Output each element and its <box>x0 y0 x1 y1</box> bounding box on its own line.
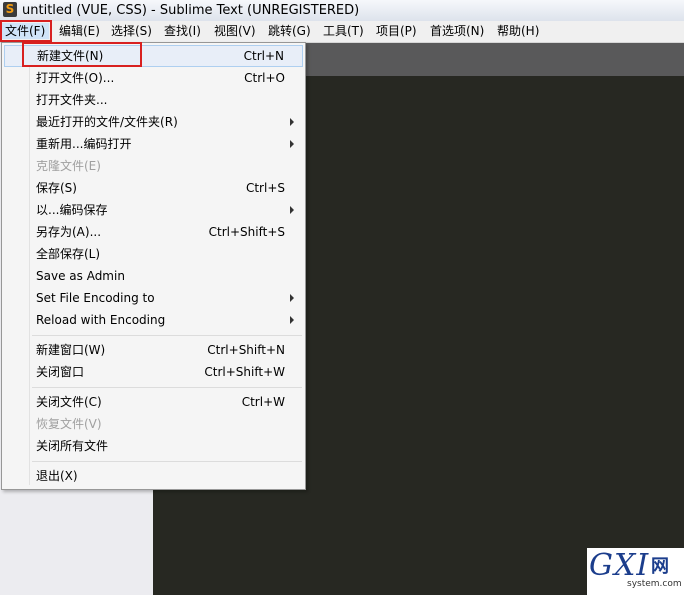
submenu-arrow-icon <box>290 118 294 126</box>
menu-item-label: 关闭文件(C) <box>36 395 102 409</box>
menu-find[interactable]: 查找(I) <box>160 23 205 39</box>
menu-preferences[interactable]: 首选项(N) <box>426 23 488 39</box>
title-bar: S untitled (VUE, CSS) - Sublime Text (UN… <box>0 0 684 21</box>
menu-view[interactable]: 视图(V) <box>210 23 260 39</box>
menu-item-close-file[interactable]: 关闭文件(C) Ctrl+W <box>4 391 303 413</box>
menu-item-label: 保存(S) <box>36 181 77 195</box>
menu-item-shortcut: Ctrl+Shift+N <box>207 343 285 357</box>
file-dropdown-menu: 新建文件(N) Ctrl+N 打开文件(O)... Ctrl+O 打开文件夹..… <box>1 42 306 490</box>
menu-item-label: 退出(X) <box>36 469 78 483</box>
menu-item-set-file-encoding[interactable]: Set File Encoding to <box>4 287 303 309</box>
submenu-arrow-icon <box>290 294 294 302</box>
menu-item-save-all[interactable]: 全部保存(L) <box>4 243 303 265</box>
menu-item-close-window[interactable]: 关闭窗口 Ctrl+Shift+W <box>4 361 303 383</box>
sublime-app-icon: S <box>3 2 17 17</box>
menu-item-label: 以...编码保存 <box>36 203 108 217</box>
menu-item-exit[interactable]: 退出(X) <box>4 465 303 487</box>
menu-item-label: Set File Encoding to <box>36 291 155 305</box>
menu-item-shortcut: Ctrl+Shift+S <box>208 225 285 239</box>
menu-goto[interactable]: 跳转(G) <box>264 23 315 39</box>
menu-selection[interactable]: 选择(S) <box>107 23 156 39</box>
menu-item-open-recent[interactable]: 最近打开的文件/文件夹(R) <box>4 111 303 133</box>
menu-item-revert-file: 恢复文件(V) <box>4 413 303 435</box>
menu-separator <box>32 335 302 336</box>
window-title: untitled (VUE, CSS) - Sublime Text (UNRE… <box>22 3 360 18</box>
menu-item-clone-file: 克隆文件(E) <box>4 155 303 177</box>
menu-item-label: 打开文件夹... <box>36 93 108 107</box>
menu-project[interactable]: 项目(P) <box>372 23 421 39</box>
highlight-box-file-menu <box>0 20 52 42</box>
menu-item-shortcut: Ctrl+Shift+W <box>204 365 285 379</box>
menu-help[interactable]: 帮助(H) <box>493 23 543 39</box>
menu-item-label: 全部保存(L) <box>36 247 101 261</box>
submenu-arrow-icon <box>290 140 294 148</box>
submenu-arrow-icon <box>290 316 294 324</box>
menu-item-save-as-admin[interactable]: Save as Admin <box>4 265 303 287</box>
menu-separator <box>32 461 302 462</box>
menu-item-open-file[interactable]: 打开文件(O)... Ctrl+O <box>4 67 303 89</box>
menu-item-shortcut: Ctrl+O <box>244 71 285 85</box>
menu-item-label: 克隆文件(E) <box>36 159 101 173</box>
watermark-logo: GXI 网 system.com <box>587 548 684 595</box>
menu-item-new-window[interactable]: 新建窗口(W) Ctrl+Shift+N <box>4 339 303 361</box>
menu-item-label: 新建窗口(W) <box>36 343 106 357</box>
menu-bar: 文件(F) 编辑(E) 选择(S) 查找(I) 视图(V) 跳转(G) 工具(T… <box>0 21 684 43</box>
menu-edit[interactable]: 编辑(E) <box>55 23 104 39</box>
menu-item-save-as[interactable]: 另存为(A)... Ctrl+Shift+S <box>4 221 303 243</box>
menu-item-label: Reload with Encoding <box>36 313 166 327</box>
menu-item-save[interactable]: 保存(S) Ctrl+S <box>4 177 303 199</box>
menu-item-shortcut: Ctrl+S <box>245 181 285 195</box>
watermark-big-text: GXI <box>589 548 650 583</box>
menu-item-label: 关闭窗口 <box>36 365 85 379</box>
menu-item-save-with-encoding[interactable]: 以...编码保存 <box>4 199 303 221</box>
menu-item-reopen-with-encoding[interactable]: 重新用...编码打开 <box>4 133 303 155</box>
menu-tools[interactable]: 工具(T) <box>319 23 368 39</box>
submenu-arrow-icon <box>290 206 294 214</box>
menu-item-close-all-files[interactable]: 关闭所有文件 <box>4 435 303 457</box>
menu-separator <box>32 387 302 388</box>
watermark-sub-text: system.com <box>627 579 682 589</box>
menu-item-label: 关闭所有文件 <box>36 439 109 453</box>
menu-item-label: 重新用...编码打开 <box>36 137 132 151</box>
menu-item-reload-with-encoding[interactable]: Reload with Encoding <box>4 309 303 331</box>
menu-item-shortcut: Ctrl+N <box>243 49 284 63</box>
menu-item-label: Save as Admin <box>36 269 125 283</box>
watermark-cn-text: 网 <box>651 556 669 577</box>
menu-item-shortcut: Ctrl+W <box>241 395 285 409</box>
menu-item-label: 打开文件(O)... <box>36 71 115 85</box>
menu-item-label: 恢复文件(V) <box>36 417 102 431</box>
menu-item-label: 另存为(A)... <box>36 225 102 239</box>
highlight-box-new-file <box>22 42 142 67</box>
menu-item-open-folder[interactable]: 打开文件夹... <box>4 89 303 111</box>
menu-item-label: 最近打开的文件/文件夹(R) <box>36 115 178 129</box>
